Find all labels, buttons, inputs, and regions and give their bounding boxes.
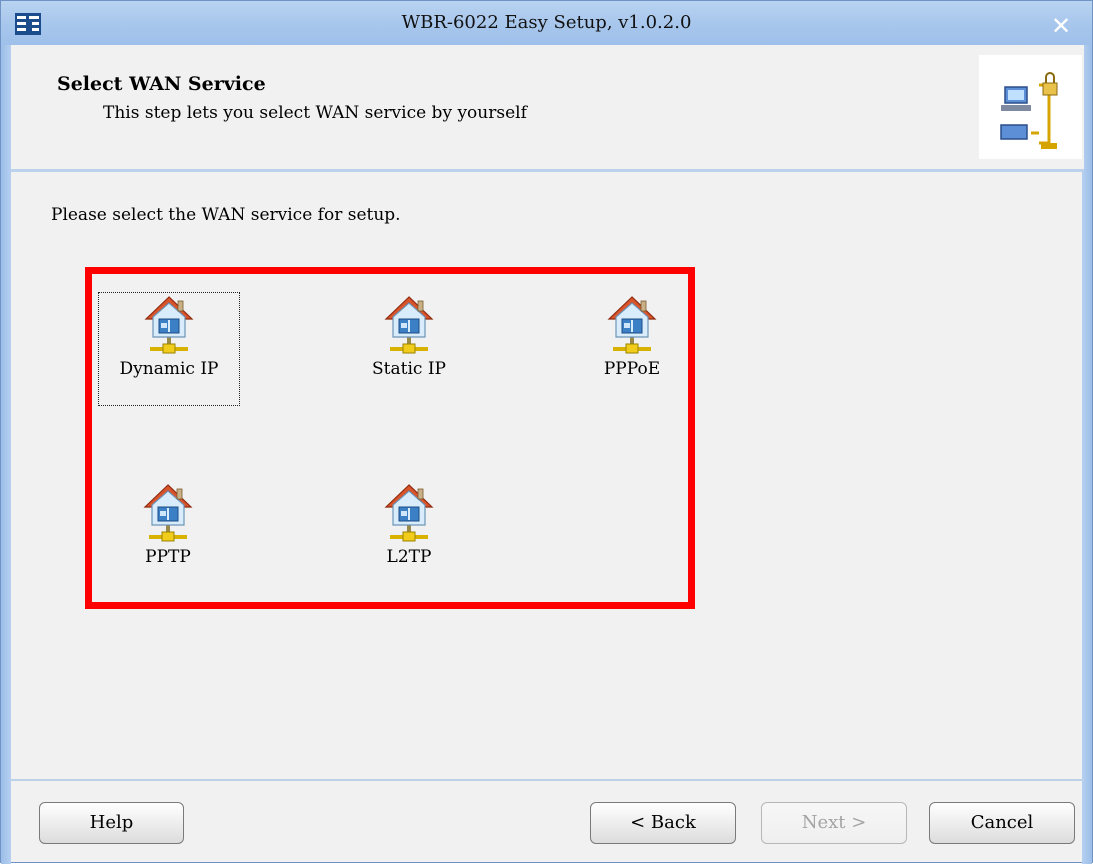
wizard-header: Select WAN Service This step lets you se… (11, 45, 1084, 171)
service-label: Static IP (372, 359, 446, 379)
house-network-icon (143, 481, 193, 545)
next-button[interactable]: Next > (761, 802, 907, 844)
service-option-dynamic-ip[interactable]: Dynamic IP (98, 292, 240, 406)
network-setup-icon (979, 55, 1082, 159)
header-divider (11, 169, 1084, 172)
service-option-pptp[interactable]: PPTP (98, 481, 238, 581)
service-label: L2TP (386, 547, 432, 567)
service-label: PPTP (145, 547, 191, 567)
service-label: Dynamic IP (119, 359, 219, 379)
service-prompt: Please select the WAN service for setup. (51, 205, 401, 225)
header-subtitle: This step lets you select WAN service by… (103, 103, 527, 123)
title-bar[interactable]: WBR-6022 Easy Setup, v1.0.2.0 ✕ (1, 1, 1092, 45)
service-label: PPPoE (603, 359, 661, 379)
house-network-icon (144, 293, 194, 357)
house-network-icon (384, 293, 434, 357)
help-button[interactable]: Help (39, 802, 184, 844)
service-option-pppoe[interactable]: PPPoE (562, 293, 702, 405)
back-button[interactable]: < Back (590, 802, 736, 844)
setup-window: WBR-6022 Easy Setup, v1.0.2.0 ✕ Select W… (0, 0, 1093, 864)
service-option-static-ip[interactable]: Static IP (339, 293, 479, 405)
footer-divider (11, 779, 1084, 781)
header-title: Select WAN Service (57, 73, 266, 95)
cancel-button[interactable]: Cancel (929, 802, 1075, 844)
close-icon[interactable]: ✕ (1047, 12, 1075, 40)
house-network-icon (384, 481, 434, 545)
house-network-icon (607, 293, 657, 357)
window-frame-left (1, 45, 11, 864)
service-option-l2tp[interactable]: L2TP (339, 481, 479, 581)
window-title: WBR-6022 Easy Setup, v1.0.2.0 (401, 12, 692, 33)
